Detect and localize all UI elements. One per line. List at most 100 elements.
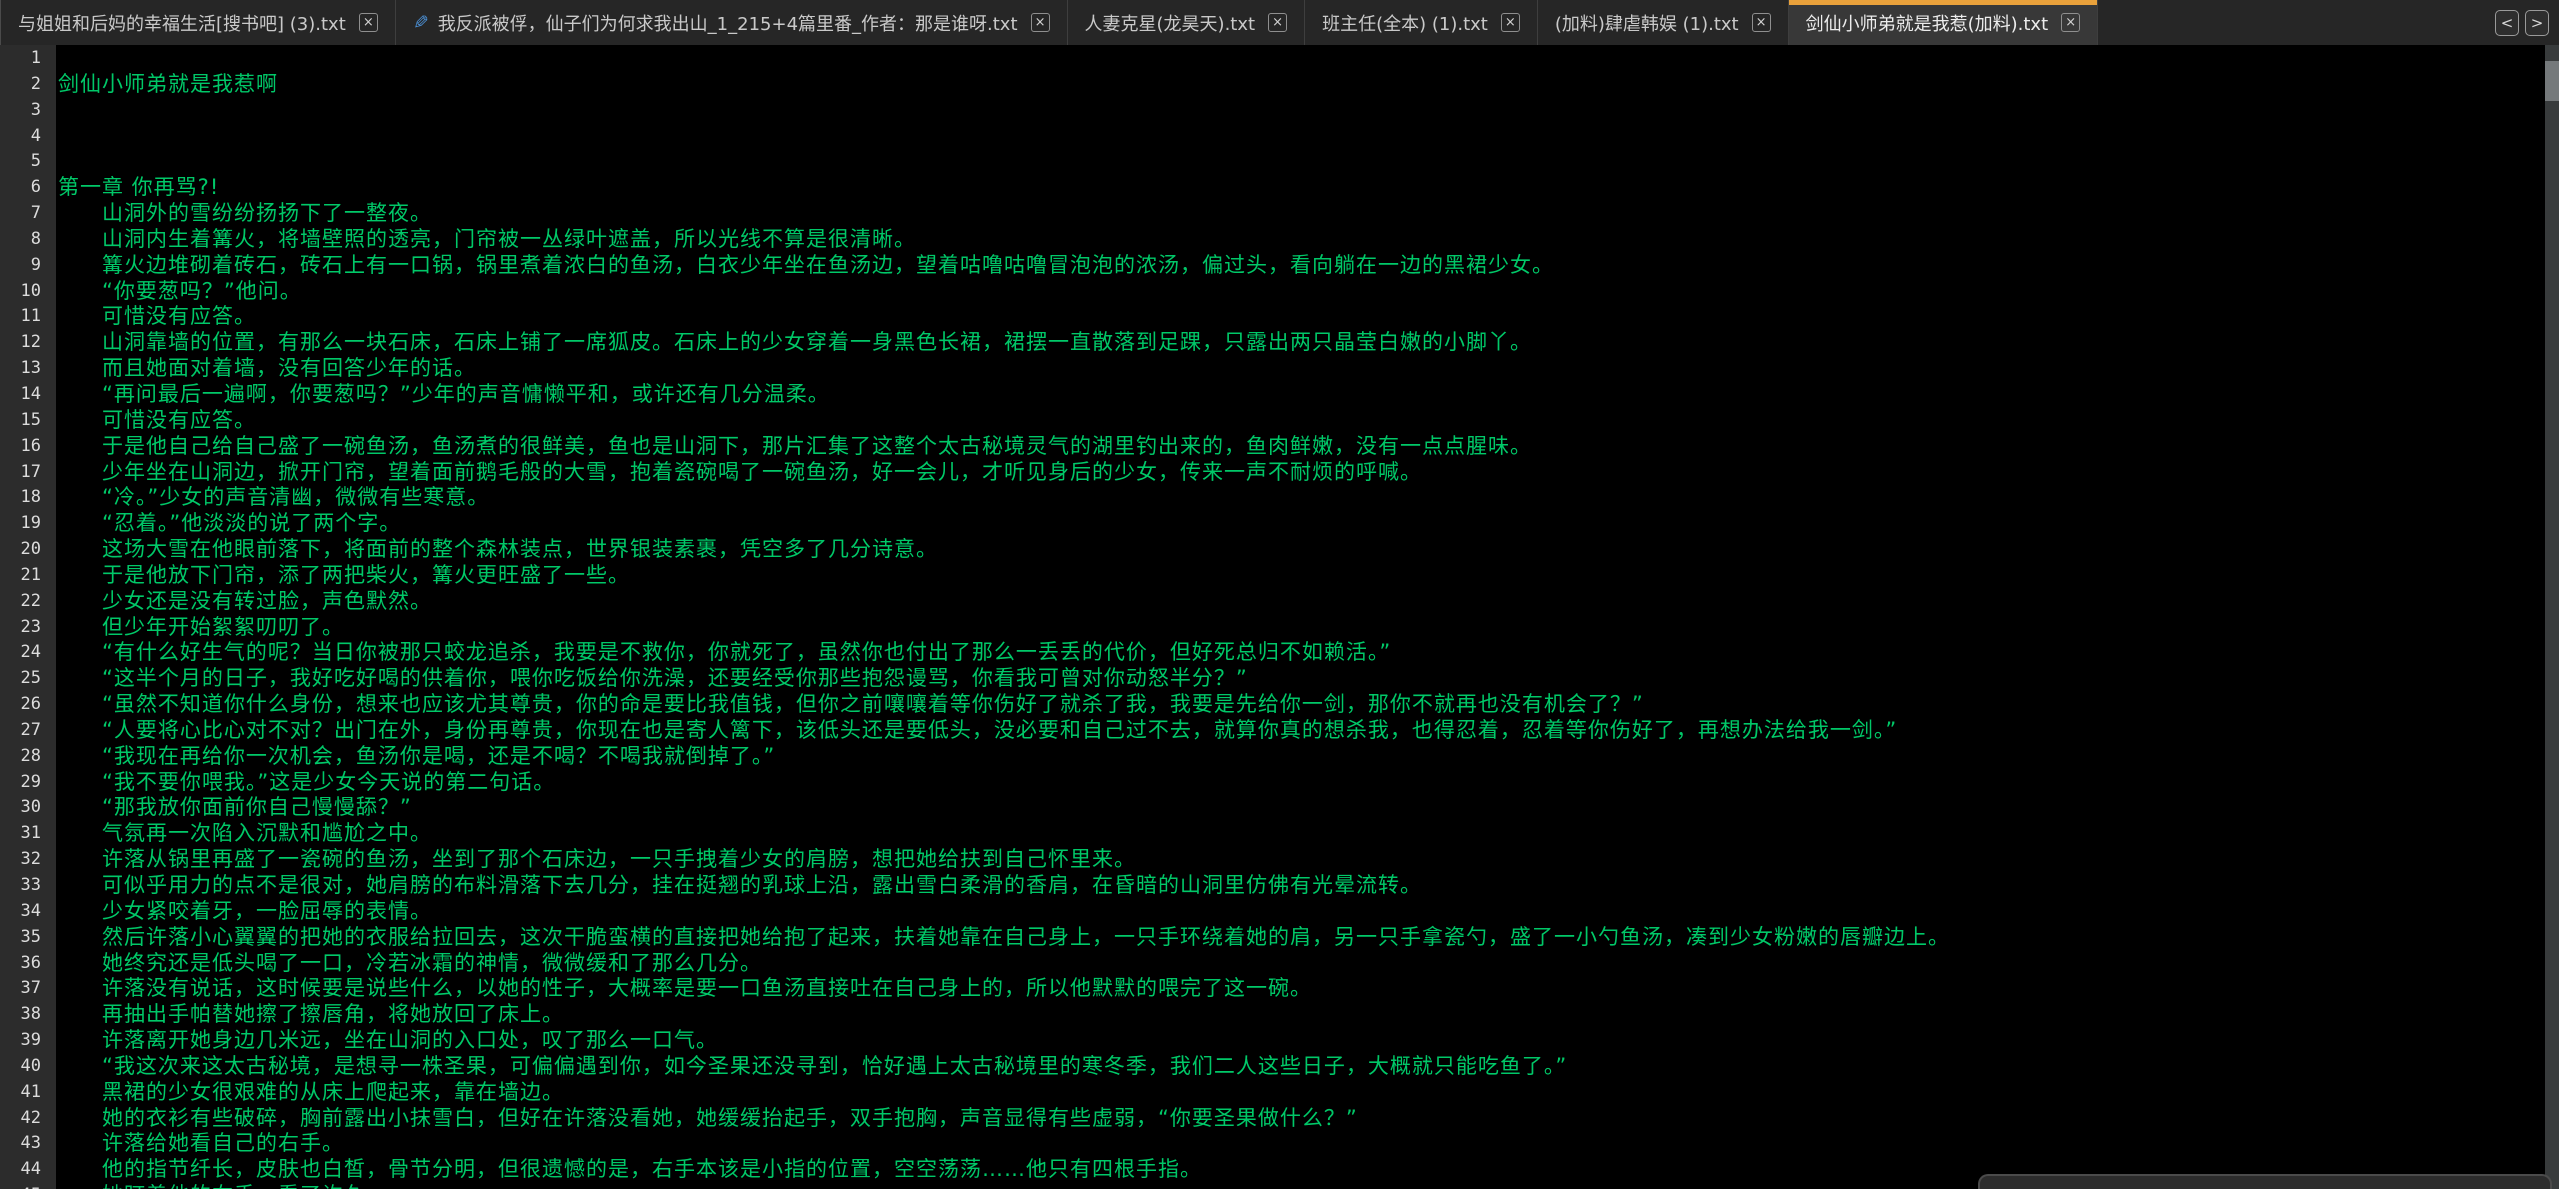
line-number: 18	[0, 485, 56, 511]
line-number: 36	[0, 951, 56, 977]
tab-label: 我反派被俘，仙子们为何求我出山_1_215+4篇里番_作者：那是谁呀.txt	[438, 10, 1018, 36]
close-tab-icon[interactable]: ×	[1031, 13, 1050, 32]
line-number: 32	[0, 847, 56, 873]
line-number: 21	[0, 563, 56, 589]
scrollbar-thumb[interactable]	[2545, 61, 2559, 101]
code-line: 山洞靠墙的位置，有那么一块石床，石床上铺了一席狐皮。石床上的少女穿着一身黑色长裙…	[58, 330, 2559, 356]
line-number: 37	[0, 976, 56, 1002]
line-number: 28	[0, 744, 56, 770]
line-number: 12	[0, 330, 56, 356]
line-number: 31	[0, 821, 56, 847]
line-number: 35	[0, 925, 56, 951]
line-number-gutter: 1234567891011121314151617181920212223242…	[0, 45, 56, 1189]
line-number: 7	[0, 201, 56, 227]
line-number: 22	[0, 589, 56, 615]
code-line: “有什么好生气的呢？当日你被那只蛟龙追杀，我要是不救你，你就死了，虽然你也付出了…	[58, 640, 2559, 666]
line-number: 6	[0, 175, 56, 201]
code-line: 可似乎用力的点不是很对，她肩膀的布料滑落下去几分，挂在挺翘的乳球上沿，露出雪白柔…	[58, 873, 2559, 899]
vertical-scrollbar[interactable]	[2545, 45, 2559, 1189]
file-tab[interactable]: 班主任(全本) (1).txt ×	[1305, 0, 1538, 45]
code-line: 篝火边堆砌着砖石，砖石上有一口锅，锅里煮着浓白的鱼汤，白衣少年坐在鱼汤边，望着咕…	[58, 253, 2559, 279]
code-line: “冷。”少女的声音清幽，微微有些寒意。	[58, 485, 2559, 511]
code-line: “那我放你面前你自己慢慢舔？”	[58, 795, 2559, 821]
code-line: 而且她面对着墙，没有回答少年的话。	[58, 356, 2559, 382]
file-tab[interactable]: 人妻克星(龙昊天).txt ×	[1068, 0, 1306, 45]
chevron-left-icon: <	[2501, 14, 2514, 32]
line-number: 20	[0, 537, 56, 563]
line-number: 33	[0, 873, 56, 899]
close-tab-icon[interactable]: ×	[1268, 13, 1287, 32]
code-line: 然后许落小心翼翼的把她的衣服给拉回去，这次干脆蛮横的直接把她给抱了起来，扶着她靠…	[58, 925, 2559, 951]
line-number: 41	[0, 1080, 56, 1106]
line-number: 29	[0, 770, 56, 796]
chevron-right-icon: >	[2531, 14, 2544, 32]
line-number: 13	[0, 356, 56, 382]
code-area[interactable]: 剑仙小师弟就是我惹啊第一章 你再骂?! 山洞外的雪纷纷扬扬下了一整夜。 山洞内生…	[56, 45, 2559, 1189]
tab-label: 人妻克星(龙昊天).txt	[1085, 10, 1256, 36]
code-line: “我这次来这太古秘境，是想寻一株圣果，可偏偏遇到你，如今圣果还没寻到，恰好遇上太…	[58, 1054, 2559, 1080]
code-line	[58, 149, 2559, 175]
line-number: 15	[0, 408, 56, 434]
code-line: “再问最后一遍啊，你要葱吗？”少年的声音慵懒平和，或许还有几分温柔。	[58, 382, 2559, 408]
line-number: 1	[0, 46, 56, 72]
line-number: 26	[0, 692, 56, 718]
line-number: 3	[0, 98, 56, 124]
tab-label: 与姐姐和后妈的幸福生活[搜书吧] (3).txt	[18, 10, 346, 36]
tab-strip: 与姐姐和后妈的幸福生活[搜书吧] (3).txt × ✎ 我反派被俘，仙子们为何求我出…	[0, 0, 2292, 45]
modified-pencil-icon: ✎	[413, 12, 429, 34]
tab-bar-spacer	[2292, 0, 2485, 45]
code-line: 许落给她看自己的右手。	[58, 1131, 2559, 1157]
line-number: 25	[0, 666, 56, 692]
file-tab[interactable]: 与姐姐和后妈的幸福生活[搜书吧] (3).txt ×	[0, 0, 396, 45]
code-line: 这场大雪在他眼前落下，将面前的整个森林装点，世界银装素裹，凭空多了几分诗意。	[58, 537, 2559, 563]
close-tab-icon[interactable]: ×	[359, 13, 378, 32]
code-line: “虽然不知道你什么身份，想来也应该尤其尊贵，你的命是要比我值钱，但你之前嚷嚷着等…	[58, 692, 2559, 718]
line-number: 27	[0, 718, 56, 744]
code-line: 再抽出手帕替她擦了擦唇角，将她放回了床上。	[58, 1002, 2559, 1028]
line-number: 38	[0, 1002, 56, 1028]
tab-label: 班主任(全本) (1).txt	[1322, 10, 1488, 36]
code-line: 许落从锅里再盛了一瓷碗的鱼汤，坐到了那个石床边，一只手拽着少女的肩膀，想把她给扶…	[58, 847, 2559, 873]
line-number: 2	[0, 72, 56, 98]
line-number: 45	[0, 1183, 56, 1189]
line-number: 24	[0, 640, 56, 666]
code-line: 少女紧咬着牙，一脸屈辱的表情。	[58, 899, 2559, 925]
line-number: 30	[0, 795, 56, 821]
code-line: 山洞内生着篝火，将墙壁照的透亮，门帘被一丛绿叶遮盖，所以光线不算是很清晰。	[58, 227, 2559, 253]
tab-label: (加料)肆虐韩娱 (1).txt	[1555, 10, 1739, 36]
code-line: 于是他自己给自己盛了一碗鱼汤，鱼汤煮的很鲜美，鱼也是山洞下，那片汇集了这整个太古…	[58, 434, 2559, 460]
code-line: 山洞外的雪纷纷扬扬下了一整夜。	[58, 201, 2559, 227]
code-line: 可惜没有应答。	[58, 408, 2559, 434]
line-number: 40	[0, 1054, 56, 1080]
code-line	[58, 46, 2559, 72]
line-number: 8	[0, 227, 56, 253]
code-line: “忍着。”他淡淡的说了两个字。	[58, 511, 2559, 537]
tab-scroll-right-button[interactable]: >	[2525, 10, 2549, 36]
line-number: 43	[0, 1131, 56, 1157]
line-number: 16	[0, 434, 56, 460]
file-tab[interactable]: (加料)肆虐韩娱 (1).txt ×	[1538, 0, 1789, 45]
editor-pane[interactable]: 1234567891011121314151617181920212223242…	[0, 45, 2559, 1189]
code-line: 于是他放下门帘，添了两把柴火，篝火更旺盛了一些。	[58, 563, 2559, 589]
file-tab[interactable]: 剑仙小师弟就是我惹(加料).txt×	[1789, 0, 2099, 45]
line-number: 42	[0, 1106, 56, 1132]
code-line: 她终究还是低头喝了一口，冷若冰霜的神情，微微缓和了那么几分。	[58, 951, 2559, 977]
code-line: 可惜没有应答。	[58, 304, 2559, 330]
close-tab-icon[interactable]: ×	[2061, 13, 2080, 32]
code-line: 少年坐在山洞边，掀开门帘，望着面前鹅毛般的大雪，抱着瓷碗喝了一碗鱼汤，好一会儿，…	[58, 460, 2559, 486]
file-tab[interactable]: ✎ 我反派被俘，仙子们为何求我出山_1_215+4篇里番_作者：那是谁呀.txt ×	[396, 0, 1068, 45]
line-number: 9	[0, 253, 56, 279]
line-number: 23	[0, 615, 56, 641]
tab-scroll-controls: < >	[2485, 0, 2559, 45]
close-tab-icon[interactable]: ×	[1752, 13, 1771, 32]
code-line: “我现在再给你一次机会，鱼汤你是喝，还是不喝？不喝我就倒掉了。”	[58, 744, 2559, 770]
code-line: 许落没有说话，这时候要是说些什么，以她的性子，大概率是要一口鱼汤直接吐在自己身上…	[58, 976, 2559, 1002]
code-line: 第一章 你再骂?!	[58, 175, 2559, 201]
tab-scroll-left-button[interactable]: <	[2495, 10, 2519, 36]
code-line: “这半个月的日子，我好吃好喝的供着你，喂你吃饭给你洗澡，还要经受你那些抱怨谩骂，…	[58, 666, 2559, 692]
replace-popup[interactable]: 替换	[1978, 1174, 2552, 1189]
code-line	[58, 124, 2559, 150]
line-number: 34	[0, 899, 56, 925]
code-line: 许落离开她身边几米远，坐在山洞的入口处，叹了那么一口气。	[58, 1028, 2559, 1054]
close-tab-icon[interactable]: ×	[1501, 13, 1520, 32]
